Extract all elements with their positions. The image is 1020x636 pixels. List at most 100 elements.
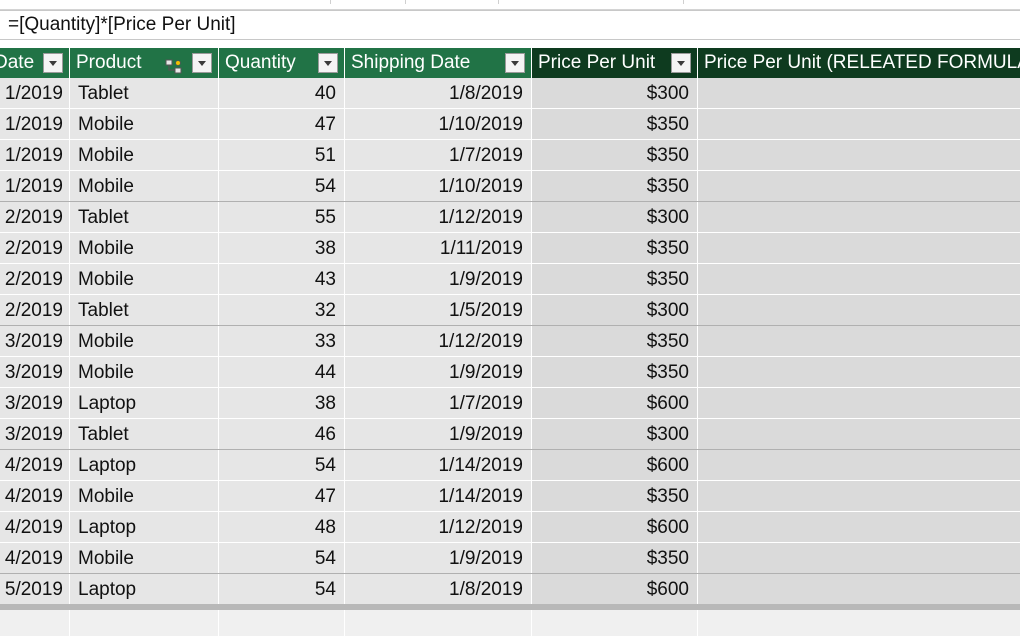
- cell-price[interactable]: $300: [532, 295, 698, 326]
- cell-quantity[interactable]: 48: [219, 512, 345, 543]
- cell-shipping[interactable]: 1/14/2019: [345, 481, 532, 512]
- column-header-date[interactable]: Date: [0, 48, 70, 78]
- cell-related[interactable]: [698, 450, 1020, 481]
- cell-quantity[interactable]: 38: [219, 233, 345, 264]
- cell-quantity[interactable]: 54: [219, 543, 345, 574]
- cell-related[interactable]: [698, 140, 1020, 171]
- cell-shipping[interactable]: 1/10/2019: [345, 171, 532, 202]
- cell-date[interactable]: 1/2019: [0, 171, 70, 202]
- cell-related[interactable]: [698, 543, 1020, 574]
- cell-price[interactable]: $600: [532, 512, 698, 543]
- cell-product[interactable]: Laptop: [70, 574, 219, 605]
- cell-price[interactable]: $350: [532, 481, 698, 512]
- cell-shipping[interactable]: 1/12/2019: [345, 512, 532, 543]
- cell-date[interactable]: 4/2019: [0, 543, 70, 574]
- cell-quantity[interactable]: 44: [219, 357, 345, 388]
- cell-product[interactable]: Mobile: [70, 357, 219, 388]
- cell-shipping[interactable]: 1/7/2019: [345, 388, 532, 419]
- cell-price[interactable]: $350: [532, 109, 698, 140]
- cell-related[interactable]: [698, 388, 1020, 419]
- cell-product[interactable]: Mobile: [70, 326, 219, 357]
- cell-related[interactable]: [698, 264, 1020, 295]
- cell-date[interactable]: 3/2019: [0, 357, 70, 388]
- cell-product[interactable]: Mobile: [70, 264, 219, 295]
- cell-shipping[interactable]: 1/9/2019: [345, 264, 532, 295]
- cell-quantity[interactable]: 32: [219, 295, 345, 326]
- cell-product[interactable]: Tablet: [70, 202, 219, 233]
- cell-date[interactable]: 3/2019: [0, 326, 70, 357]
- cell-date[interactable]: 4/2019: [0, 512, 70, 543]
- cell-price[interactable]: $600: [532, 450, 698, 481]
- cell-date[interactable]: 5/2019: [0, 574, 70, 605]
- cell-shipping[interactable]: 1/11/2019: [345, 233, 532, 264]
- cell-product[interactable]: Mobile: [70, 109, 219, 140]
- cell-related[interactable]: [698, 202, 1020, 233]
- cell-product[interactable]: Laptop: [70, 450, 219, 481]
- column-header-related[interactable]: Price Per Unit (RELEATED FORMULA: [698, 48, 1020, 78]
- cell-product[interactable]: Tablet: [70, 419, 219, 450]
- formula-text[interactable]: =[Quantity]*[Price Per Unit]: [8, 13, 236, 37]
- cell-product[interactable]: Tablet: [70, 295, 219, 326]
- cell-shipping[interactable]: 1/12/2019: [345, 326, 532, 357]
- cell-product[interactable]: Tablet: [70, 78, 219, 109]
- cell-price[interactable]: $350: [532, 543, 698, 574]
- cell-quantity[interactable]: 55: [219, 202, 345, 233]
- cell-product[interactable]: Mobile: [70, 481, 219, 512]
- cell-related[interactable]: [698, 419, 1020, 450]
- cell-product[interactable]: Mobile: [70, 140, 219, 171]
- cell-product[interactable]: Mobile: [70, 171, 219, 202]
- cell-product[interactable]: Laptop: [70, 512, 219, 543]
- filter-dropdown-product[interactable]: [192, 53, 212, 73]
- cell-shipping[interactable]: 1/10/2019: [345, 109, 532, 140]
- cell-price[interactable]: $350: [532, 264, 698, 295]
- cell-related[interactable]: [698, 357, 1020, 388]
- cell-shipping[interactable]: 1/8/2019: [345, 78, 532, 109]
- cell-quantity[interactable]: 33: [219, 326, 345, 357]
- cell-product[interactable]: Mobile: [70, 233, 219, 264]
- cell-price[interactable]: $350: [532, 233, 698, 264]
- table-relationship-icon[interactable]: [165, 55, 183, 74]
- cell-quantity[interactable]: 47: [219, 109, 345, 140]
- cell-quantity[interactable]: 47: [219, 481, 345, 512]
- cell-shipping[interactable]: 1/14/2019: [345, 450, 532, 481]
- filter-dropdown-quantity[interactable]: [318, 53, 338, 73]
- cell-quantity[interactable]: 54: [219, 574, 345, 605]
- cell-price[interactable]: $300: [532, 419, 698, 450]
- cell-date[interactable]: 2/2019: [0, 202, 70, 233]
- cell-date[interactable]: 4/2019: [0, 481, 70, 512]
- formula-bar[interactable]: =[Quantity]*[Price Per Unit]: [0, 10, 1020, 40]
- cell-shipping[interactable]: 1/9/2019: [345, 357, 532, 388]
- cell-product[interactable]: Mobile: [70, 543, 219, 574]
- cell-quantity[interactable]: 54: [219, 450, 345, 481]
- cell-quantity[interactable]: 51: [219, 140, 345, 171]
- cell-related[interactable]: [698, 171, 1020, 202]
- cell-price[interactable]: $350: [532, 171, 698, 202]
- filter-dropdown-date[interactable]: [43, 53, 63, 73]
- filter-dropdown-price[interactable]: [671, 53, 691, 73]
- cell-date[interactable]: 2/2019: [0, 233, 70, 264]
- column-header-price[interactable]: Price Per Unit: [532, 48, 698, 78]
- cell-shipping[interactable]: 1/9/2019: [345, 419, 532, 450]
- cell-shipping[interactable]: 1/9/2019: [345, 543, 532, 574]
- cell-related[interactable]: [698, 481, 1020, 512]
- cell-related[interactable]: [698, 512, 1020, 543]
- cell-quantity[interactable]: 43: [219, 264, 345, 295]
- cell-price[interactable]: $350: [532, 326, 698, 357]
- cell-price[interactable]: $600: [532, 574, 698, 605]
- column-header-quantity[interactable]: Quantity: [219, 48, 345, 78]
- cell-related[interactable]: [698, 295, 1020, 326]
- cell-date[interactable]: 4/2019: [0, 450, 70, 481]
- cell-related[interactable]: [698, 233, 1020, 264]
- filter-dropdown-shipping[interactable]: [505, 53, 525, 73]
- cell-date[interactable]: 3/2019: [0, 388, 70, 419]
- cell-date[interactable]: 3/2019: [0, 419, 70, 450]
- cell-shipping[interactable]: 1/7/2019: [345, 140, 532, 171]
- cell-shipping[interactable]: 1/5/2019: [345, 295, 532, 326]
- cell-product[interactable]: Laptop: [70, 388, 219, 419]
- cell-related[interactable]: [698, 574, 1020, 605]
- cell-date[interactable]: 2/2019: [0, 264, 70, 295]
- cell-date[interactable]: 1/2019: [0, 140, 70, 171]
- cell-date[interactable]: 2/2019: [0, 295, 70, 326]
- cell-date[interactable]: 1/2019: [0, 78, 70, 109]
- cell-shipping[interactable]: 1/12/2019: [345, 202, 532, 233]
